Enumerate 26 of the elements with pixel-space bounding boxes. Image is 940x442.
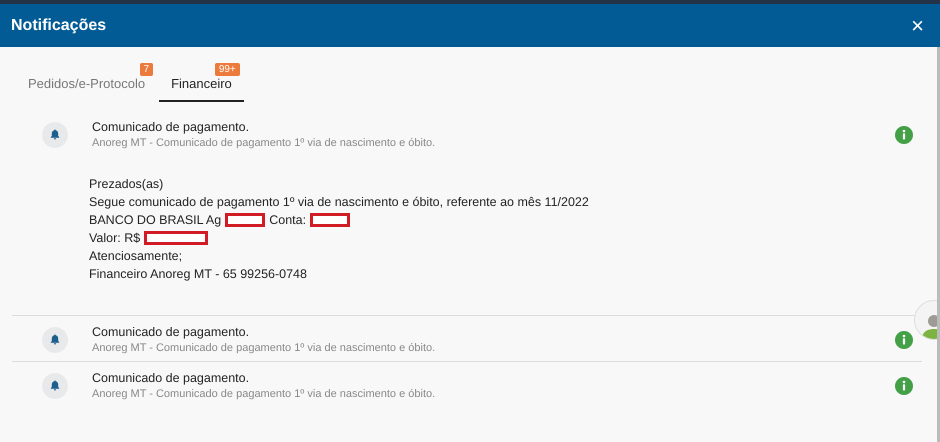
message-text: Valor: R$	[89, 230, 140, 247]
count-badge: 7	[140, 63, 154, 76]
info-icon[interactable]	[895, 330, 913, 348]
close-button[interactable]: ×	[909, 14, 926, 36]
notification-subtitle: Anoreg MT - Comunicado de pagamento 1º via de nascimento e óbito.	[92, 137, 436, 149]
info-icon[interactable]	[895, 126, 913, 144]
window-title: Notificações	[11, 16, 106, 34]
bell-icon	[42, 372, 68, 398]
bell-icon	[42, 122, 68, 148]
notification-title: Comunicado de pagamento.	[92, 120, 250, 134]
count-badge: 99+	[214, 63, 240, 76]
redaction-mark	[310, 213, 350, 227]
notification-subtitle: Anoreg MT - Comunicado de pagamento 1º via de nascimento e óbito.	[92, 342, 436, 354]
redaction-mark	[225, 213, 266, 227]
message-text: Prezados(as)	[89, 176, 164, 193]
notification-title: Comunicado de pagamento.	[92, 371, 250, 385]
message-text: Atenciosamente;	[89, 248, 182, 265]
notification-title: Comunicado de pagamento.	[92, 325, 250, 339]
message-text: Segue comunicado de pagamento 1º via de nascimento e óbito, referente ao mês 11/2022	[89, 194, 589, 211]
message-text: Financeiro Anoreg MT - 65 99256-0748	[89, 266, 307, 283]
redaction-mark	[144, 231, 208, 245]
message-text: Conta:	[269, 212, 306, 229]
message-text: BANCO DO BRASIL Ag	[89, 212, 222, 229]
info-icon[interactable]	[895, 376, 913, 394]
bell-icon	[42, 326, 68, 352]
notification-subtitle: Anoreg MT - Comunicado de pagamento 1º via de nascimento e óbito.	[92, 388, 436, 400]
